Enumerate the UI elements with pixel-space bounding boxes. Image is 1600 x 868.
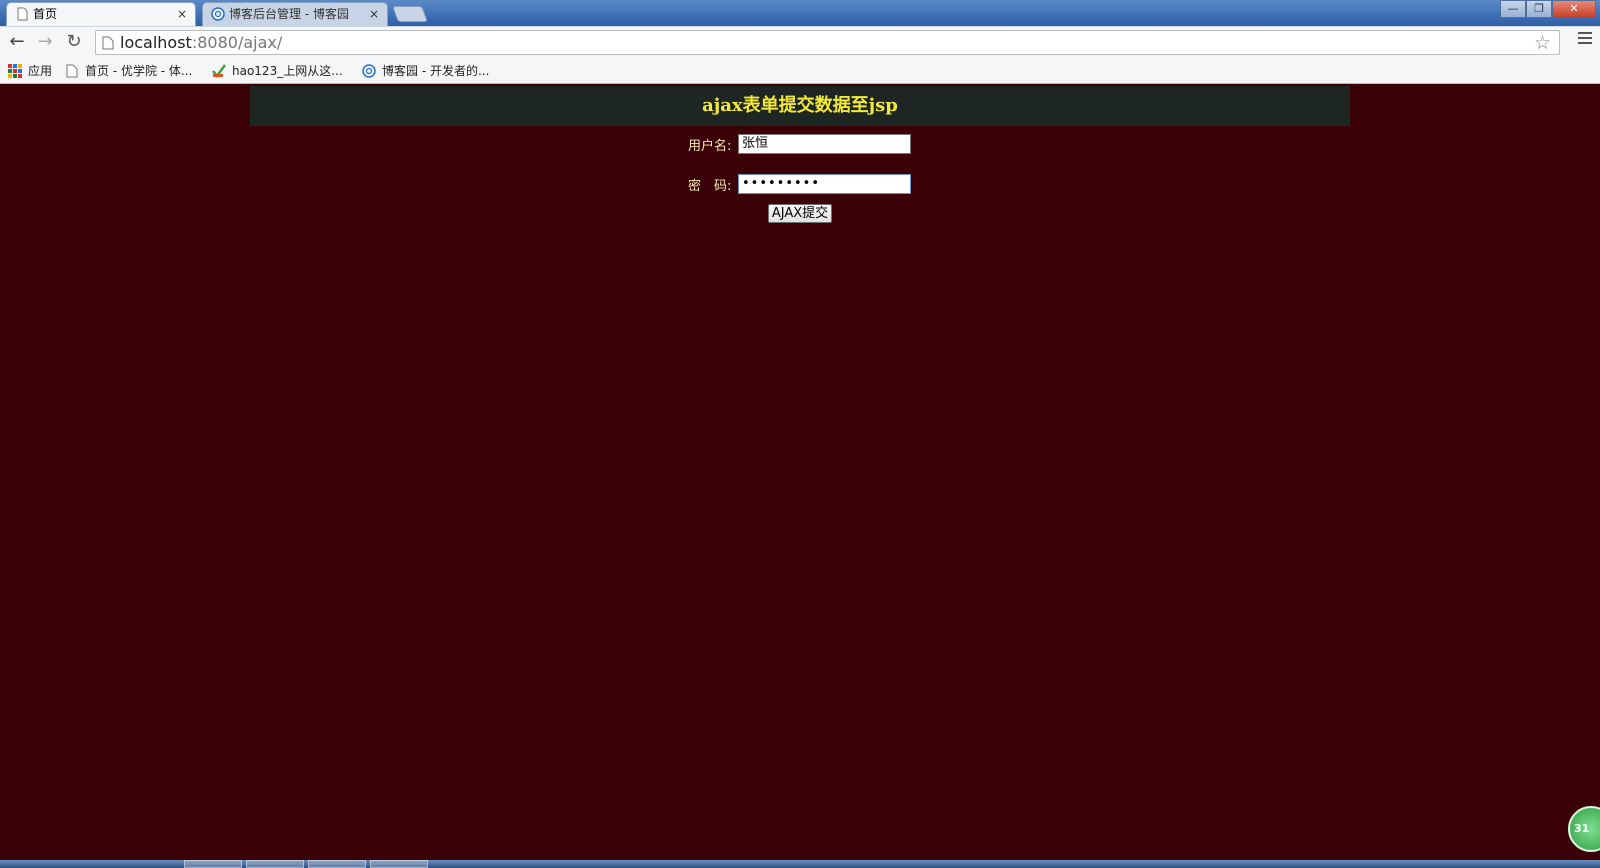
url-path: :8080/ajax/ (191, 33, 283, 52)
url-text: localhost:8080/ajax/ (120, 33, 282, 52)
bookmark-label: 应用 (28, 64, 53, 78)
close-window-button[interactable]: ✕ (1552, 0, 1596, 18)
bookmark-hao123[interactable]: hao123_上网从这... (212, 62, 343, 80)
address-bar[interactable]: localhost:8080/ajax/ ☆ (95, 30, 1560, 55)
cnblogs-icon (211, 7, 225, 21)
bookmark-cnblogs[interactable]: 博客园 - 开发者的... (362, 62, 489, 80)
reload-icon[interactable]: ↻ (62, 31, 86, 55)
restore-button[interactable]: ❐ (1526, 0, 1552, 18)
cnblogs-icon (362, 64, 376, 78)
window-controls: — ❐ ✕ (1500, 0, 1596, 18)
ajax-submit-button[interactable]: AJAX提交 (768, 204, 832, 223)
tab-home[interactable]: 首页 × (6, 2, 196, 26)
bookmark-star-icon[interactable]: ☆ (1534, 32, 1551, 54)
hao123-icon (212, 64, 226, 78)
tab-title: 首页 (33, 7, 58, 21)
page-icon (17, 7, 28, 21)
back-arrow-icon[interactable]: ← (5, 31, 29, 55)
close-icon[interactable]: × (177, 3, 187, 25)
username-label: 用户名: (688, 139, 732, 154)
page-icon (102, 36, 114, 50)
url-host: localhost (120, 33, 192, 52)
password-label: 密 码: (688, 179, 732, 194)
minimize-button[interactable]: — (1500, 0, 1526, 18)
browser-toolbar: ← → ↻ localhost:8080/ajax/ ☆ (0, 26, 1600, 58)
apps-grid-icon (8, 64, 22, 78)
bookmark-label: 首页 - 优学院 - 体... (85, 64, 193, 78)
bookmark-label: hao123_上网从这... (232, 64, 343, 78)
bookmarks-bar: 应用 首页 - 优学院 - 体... hao123_上网从这... 博客园 - … (0, 58, 1600, 84)
page-icon (66, 64, 78, 78)
taskbar-item[interactable] (370, 860, 428, 868)
taskbar-item[interactable] (184, 860, 242, 868)
tab-title: 博客后台管理 - 博客园 (229, 7, 349, 21)
new-tab-button[interactable] (392, 6, 428, 22)
username-input[interactable]: 张恒 (738, 134, 911, 154)
forward-arrow-icon[interactable]: → (33, 31, 57, 55)
tab-cnblogs-admin[interactable]: 博客后台管理 - 博客园 × (202, 2, 388, 26)
menu-icon[interactable] (1578, 32, 1592, 46)
bookmark-label: 博客园 - 开发者的... (382, 64, 490, 78)
password-input[interactable]: ••••••••• (738, 174, 911, 194)
browser-titlebar: 首页 × 博客后台管理 - 博客园 × — ❐ ✕ (0, 0, 1600, 26)
taskbar-item[interactable] (308, 860, 366, 868)
taskbar-item[interactable] (246, 860, 304, 868)
page-title: ajax表单提交数据至jsp (702, 95, 898, 116)
os-taskbar (0, 860, 1600, 868)
page-header: ajax表单提交数据至jsp (250, 86, 1350, 126)
close-icon[interactable]: × (369, 3, 379, 25)
bookmark-apps[interactable]: 应用 (8, 62, 52, 80)
page-content: ajax表单提交数据至jsp 用户名: 张恒 密 码: ••••••••• AJ… (0, 84, 1600, 860)
bookmark-ulearning[interactable]: 首页 - 优学院 - 体... (65, 62, 192, 80)
